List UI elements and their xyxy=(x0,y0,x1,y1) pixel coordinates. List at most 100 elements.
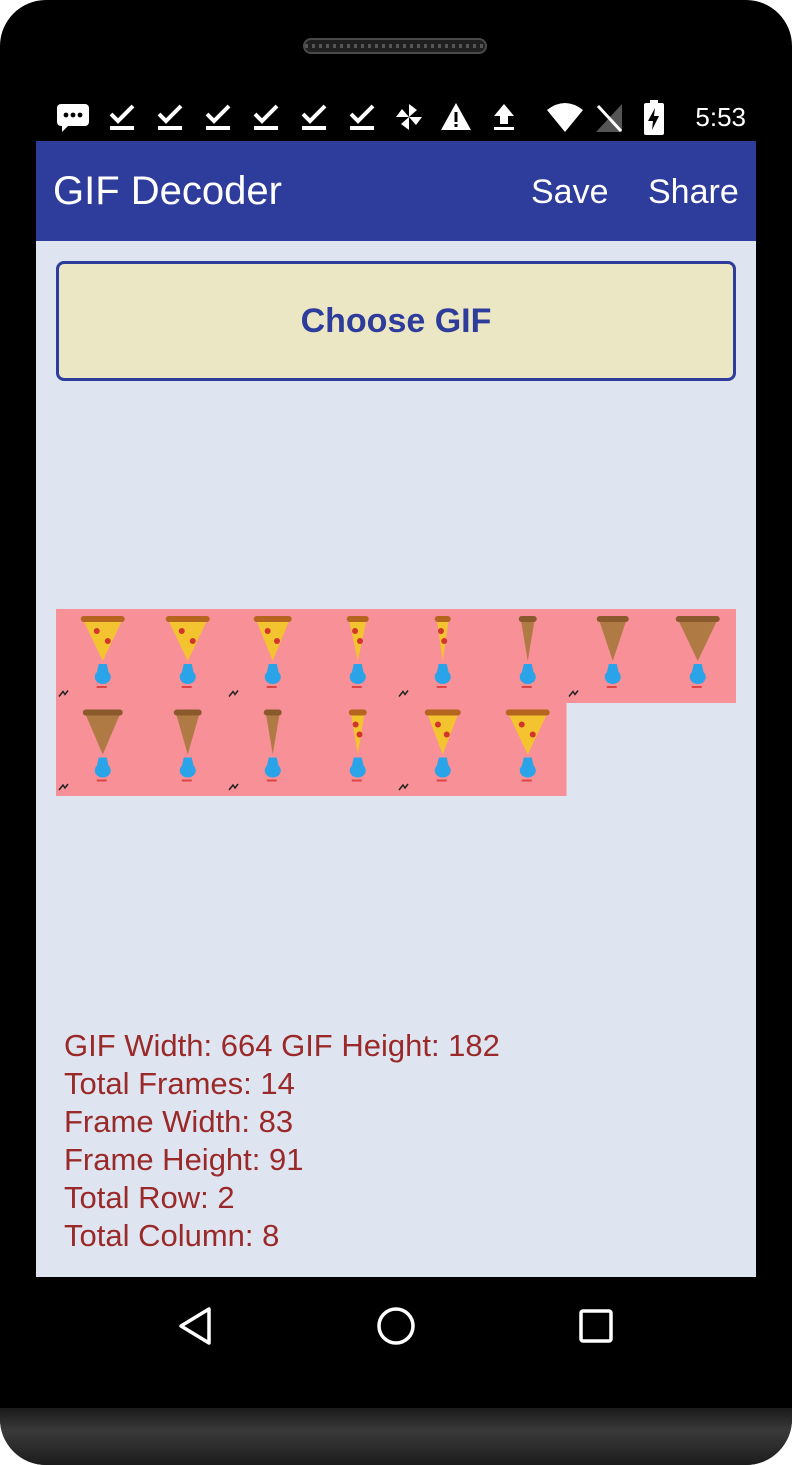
gif-info-panel: GIF Width: 664 GIF Height: 182 Total Fra… xyxy=(64,1027,744,1255)
upload-icon xyxy=(494,104,514,130)
sprite-frame xyxy=(141,609,227,703)
cat-head xyxy=(351,757,364,767)
cat-shadow xyxy=(351,779,362,782)
pizza-crust xyxy=(434,616,451,622)
app-title: GIF Decoder xyxy=(53,169,282,213)
sprite-frame xyxy=(311,609,397,703)
pepperoni xyxy=(93,628,100,634)
pepperoni xyxy=(518,721,525,728)
total-row-text: Total Row: 2 xyxy=(64,1180,235,1215)
check-icon xyxy=(157,104,183,130)
pizza-crust xyxy=(675,616,720,622)
back-icon[interactable] xyxy=(176,1306,216,1346)
pepperoni xyxy=(434,721,441,728)
choose-gif-button[interactable]: Choose GIF xyxy=(56,261,736,381)
cat-head xyxy=(181,664,194,673)
recents-icon[interactable] xyxy=(578,1308,614,1344)
cat-shadow xyxy=(266,779,277,782)
status-bar: 5:53 xyxy=(36,96,756,140)
pepperoni xyxy=(356,731,363,738)
pepperoni xyxy=(441,638,448,644)
pizza-crust xyxy=(173,709,202,716)
pepperoni xyxy=(352,628,359,634)
cat-shadow xyxy=(181,686,192,688)
sprite-frame xyxy=(311,702,397,797)
pepperoni xyxy=(274,638,280,644)
sprite-frame xyxy=(141,702,227,797)
pizza-crust xyxy=(263,709,282,716)
pizza-crust xyxy=(253,616,292,622)
sprite-frame xyxy=(481,702,567,797)
pepperoni xyxy=(352,721,359,728)
home-icon[interactable] xyxy=(375,1305,417,1347)
wifi-icon xyxy=(547,103,583,132)
cat-head xyxy=(96,664,109,673)
pizza-crust xyxy=(518,616,537,622)
check-icon xyxy=(253,104,279,130)
pepperoni xyxy=(104,638,111,644)
warning-icon xyxy=(441,103,471,130)
pizza-crust xyxy=(80,616,125,622)
cat-shadow xyxy=(691,686,702,688)
pepperoni xyxy=(529,731,536,738)
save-button[interactable]: Save xyxy=(531,173,609,212)
cat-shadow xyxy=(436,686,447,688)
cat-head xyxy=(181,757,194,767)
clock: 5:53 xyxy=(695,102,746,132)
sprite-frame xyxy=(396,609,482,703)
app-bar: GIF Decoder Save Share xyxy=(36,141,756,241)
check-icon xyxy=(349,104,375,130)
check-icon xyxy=(205,104,231,130)
sprite-frame xyxy=(481,609,567,703)
cat-shadow xyxy=(606,686,617,688)
pizza-crust xyxy=(346,616,369,622)
pizza-crust xyxy=(348,709,367,716)
cat-shadow xyxy=(436,779,447,782)
no-signal-icon xyxy=(596,104,623,133)
battery-charging-icon xyxy=(644,100,664,135)
cat-head xyxy=(521,664,534,673)
total-column-text: Total Column: 8 xyxy=(64,1218,280,1253)
cat-head xyxy=(436,664,449,673)
cat-shadow xyxy=(181,779,192,782)
sprite-sheet-preview xyxy=(56,609,737,797)
sprite-frame xyxy=(651,609,737,703)
cat-head xyxy=(521,757,534,767)
check-icon xyxy=(301,104,327,130)
cat-head xyxy=(351,664,364,673)
total-frames-text: Total Frames: 14 xyxy=(64,1066,295,1101)
cat-shadow xyxy=(351,686,362,688)
frame-height-text: Frame Height: 91 xyxy=(64,1142,304,1177)
sprite-frame xyxy=(56,702,142,797)
sprite-frame xyxy=(226,609,312,703)
sprite-frame xyxy=(396,702,482,797)
pizza-crust xyxy=(165,616,210,622)
speaker-grille xyxy=(303,38,487,54)
pizza-crust xyxy=(82,709,123,716)
cat-head xyxy=(691,664,704,673)
cat-head xyxy=(266,664,279,673)
pepperoni xyxy=(443,731,450,738)
cat-shadow xyxy=(521,686,532,688)
cat-head xyxy=(436,757,449,767)
pepperoni xyxy=(178,628,185,634)
pepperoni xyxy=(264,628,271,634)
cat-shadow xyxy=(266,686,277,688)
pizza-crust xyxy=(596,616,629,622)
cat-shadow xyxy=(96,686,107,688)
pizza-crust xyxy=(505,709,550,716)
pinwheel-icon xyxy=(396,104,422,130)
cat-shadow xyxy=(96,779,107,782)
pepperoni xyxy=(357,638,363,644)
pepperoni xyxy=(437,628,444,634)
share-button[interactable]: Share xyxy=(648,173,739,212)
sprite-frame xyxy=(566,609,652,703)
check-icon xyxy=(109,104,135,130)
pepperoni xyxy=(189,638,196,644)
choose-gif-label: Choose GIF xyxy=(300,301,492,340)
message-icon xyxy=(57,104,89,132)
cat-head xyxy=(96,757,109,767)
phone-chin xyxy=(0,1408,792,1465)
frame-width-text: Frame Width: 83 xyxy=(64,1104,294,1139)
cat-head xyxy=(266,757,279,767)
